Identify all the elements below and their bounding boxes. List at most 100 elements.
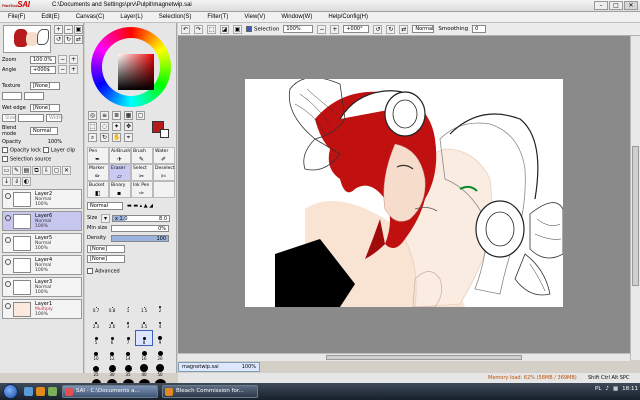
- file-tab[interactable]: magnetwip.sai 100%: [178, 362, 260, 372]
- brush-size-preset[interactable]: 40: [136, 363, 152, 377]
- drawing-canvas[interactable]: [245, 79, 563, 307]
- new-folder-icon[interactable]: ▤: [22, 166, 31, 175]
- color-wheel[interactable]: [91, 27, 171, 107]
- brush-size-preset[interactable]: 10: [88, 347, 104, 361]
- angle-field[interactable]: +000$: [30, 65, 56, 74]
- start-button-icon[interactable]: [3, 384, 18, 399]
- angle-minus-icon[interactable]: −: [58, 65, 67, 74]
- scratchpad-icon[interactable]: ▢: [136, 111, 145, 120]
- layer-mask-icon[interactable]: ◐: [22, 177, 31, 186]
- rotate-right-icon[interactable]: ↻: [64, 35, 73, 44]
- zoom-minus-icon[interactable]: −: [58, 55, 67, 64]
- brush-size-preset[interactable]: 2: [152, 299, 168, 313]
- visibility-eye-icon[interactable]: [5, 303, 11, 309]
- brush-size-preset[interactable]: 3.5: [136, 315, 152, 329]
- menu-edit[interactable]: Edit(E): [33, 14, 67, 20]
- brush-empty-slot[interactable]: [153, 181, 175, 198]
- brush-airbrush[interactable]: AirBrush ✈: [109, 147, 131, 164]
- delete-layer-icon[interactable]: ✕: [62, 166, 71, 175]
- selection-tool-icon[interactable]: ⬚: [88, 122, 97, 131]
- hand-tool-icon[interactable]: ✋: [112, 133, 121, 142]
- brush-size-preset[interactable]: 0.8: [104, 299, 120, 313]
- opacity-lock-checkbox[interactable]: Opacity lock: [2, 147, 41, 154]
- selection-source-checkbox[interactable]: Selection source: [2, 156, 51, 163]
- zoom-field[interactable]: 100.0%: [30, 55, 56, 64]
- zoom-out-icon[interactable]: −: [64, 25, 73, 34]
- hsv-slider-icon[interactable]: ≣: [112, 111, 121, 120]
- swatches-icon[interactable]: ▦: [124, 111, 133, 120]
- menu-file[interactable]: File(F): [0, 14, 33, 20]
- brush-select[interactable]: Select ✂: [131, 164, 153, 181]
- secondary-color-swatch[interactable]: [160, 129, 169, 138]
- network-icon[interactable]: ▦: [613, 386, 618, 392]
- zoom-tool-icon[interactable]: ⌕: [88, 133, 97, 142]
- brush-size-preset[interactable]: 2.6: [104, 315, 120, 329]
- show-selection-icon[interactable]: ▣: [233, 24, 242, 34]
- copy-layer-icon[interactable]: ⧉: [32, 166, 41, 175]
- brush-ink-pen[interactable]: Ink Pen ✑: [131, 181, 153, 198]
- brush-size-preset[interactable]: 16: [136, 347, 152, 361]
- task-browser[interactable]: Bleach Commission for...: [162, 385, 258, 398]
- canvas-viewport[interactable]: [178, 36, 630, 360]
- close-icon[interactable]: ✕: [624, 1, 638, 10]
- brush-size-preset[interactable]: 0.7: [88, 299, 104, 313]
- toolbar-rotate-right-icon[interactable]: ↻: [386, 24, 396, 34]
- brush-mode-select[interactable]: Normal: [87, 202, 123, 210]
- volume-icon[interactable]: ♪: [605, 386, 609, 392]
- brush-size-preset[interactable]: 6: [104, 331, 120, 345]
- toolbar-zoom-in-icon[interactable]: +: [330, 24, 340, 34]
- brush-shape-select[interactable]: [None]: [87, 245, 125, 253]
- lasso-tool-icon[interactable]: ◌: [100, 122, 109, 131]
- menu-window[interactable]: Window(W): [273, 14, 320, 20]
- brush-binary[interactable]: Binary ▪: [109, 181, 131, 198]
- menu-help[interactable]: Help/Config(H): [320, 14, 376, 20]
- smoothing-select[interactable]: 0: [472, 25, 487, 33]
- brush-eraser[interactable]: Eraser ▱: [109, 164, 131, 181]
- toolbar-mode-select[interactable]: Normal: [412, 25, 435, 33]
- brush-size-preset[interactable]: 9: [152, 331, 168, 345]
- magic-wand-icon[interactable]: ✦: [112, 122, 121, 131]
- brush-size-preset[interactable]: 30: [104, 363, 120, 377]
- invert-selection-icon[interactable]: ◪: [220, 24, 229, 34]
- redo-icon[interactable]: ↷: [194, 24, 203, 34]
- visibility-eye-icon[interactable]: [5, 281, 11, 287]
- brush-size-preset[interactable]: 12: [104, 347, 120, 361]
- toolbar-angle-select[interactable]: +000°: [343, 25, 370, 33]
- brush-size-preset[interactable]: 1.5: [136, 299, 152, 313]
- brush-size-preset[interactable]: 7: [120, 331, 136, 345]
- move-tool-icon[interactable]: ✥: [124, 122, 133, 131]
- size-mult-icon[interactable]: ▾: [101, 213, 110, 223]
- merge-down-icon[interactable]: ⇓: [12, 177, 21, 186]
- horizontal-scroll-thumb[interactable]: [326, 355, 522, 360]
- quicklaunch-ie-icon[interactable]: [24, 387, 33, 396]
- texture-select[interactable]: [None]: [30, 81, 60, 90]
- advanced-checkbox[interactable]: Advanced: [87, 267, 120, 274]
- brush-marker[interactable]: Marker ✏: [87, 164, 109, 181]
- brush-size-preset[interactable]: 5: [88, 331, 104, 345]
- brush-size-preset[interactable]: 50: [152, 363, 168, 377]
- brush-texture-select[interactable]: [None]: [87, 255, 125, 263]
- brush-size-preset[interactable]: 14: [120, 347, 136, 361]
- layer-row-layer6[interactable]: Layer6 Normal 100%: [2, 211, 82, 231]
- layer-row-layer3[interactable]: Layer3 Normal 100%: [2, 277, 82, 297]
- deselect-icon[interactable]: ⬚: [207, 24, 216, 34]
- wet-edge-select[interactable]: [None]: [30, 103, 60, 112]
- brush-bucket[interactable]: Bucket ◧: [87, 181, 109, 198]
- visibility-eye-icon[interactable]: [5, 193, 11, 199]
- visibility-eye-icon[interactable]: [5, 215, 11, 221]
- brush-water[interactable]: Water ✐: [153, 147, 175, 164]
- toolbar-zoom-select[interactable]: 100%: [283, 25, 314, 33]
- brush-deselect[interactable]: Deselect ✄: [153, 164, 175, 181]
- flip-icon[interactable]: ⇄: [74, 35, 83, 44]
- maximize-icon[interactable]: □: [609, 1, 623, 10]
- quicklaunch-firefox-icon[interactable]: [36, 387, 45, 396]
- horizontal-scrollbar[interactable]: [178, 353, 630, 361]
- language-indicator[interactable]: PL: [595, 386, 601, 392]
- brush-pen[interactable]: Pen ✒: [87, 147, 109, 164]
- zoom-plus-icon[interactable]: +: [69, 55, 78, 64]
- rgb-slider-icon[interactable]: ≡: [100, 111, 109, 120]
- navigator-preview[interactable]: [3, 25, 51, 53]
- vertical-scrollbar[interactable]: [630, 36, 640, 360]
- saturation-value-square[interactable]: [118, 54, 154, 90]
- task-sai[interactable]: SAI - C:\Documents a...: [62, 385, 158, 398]
